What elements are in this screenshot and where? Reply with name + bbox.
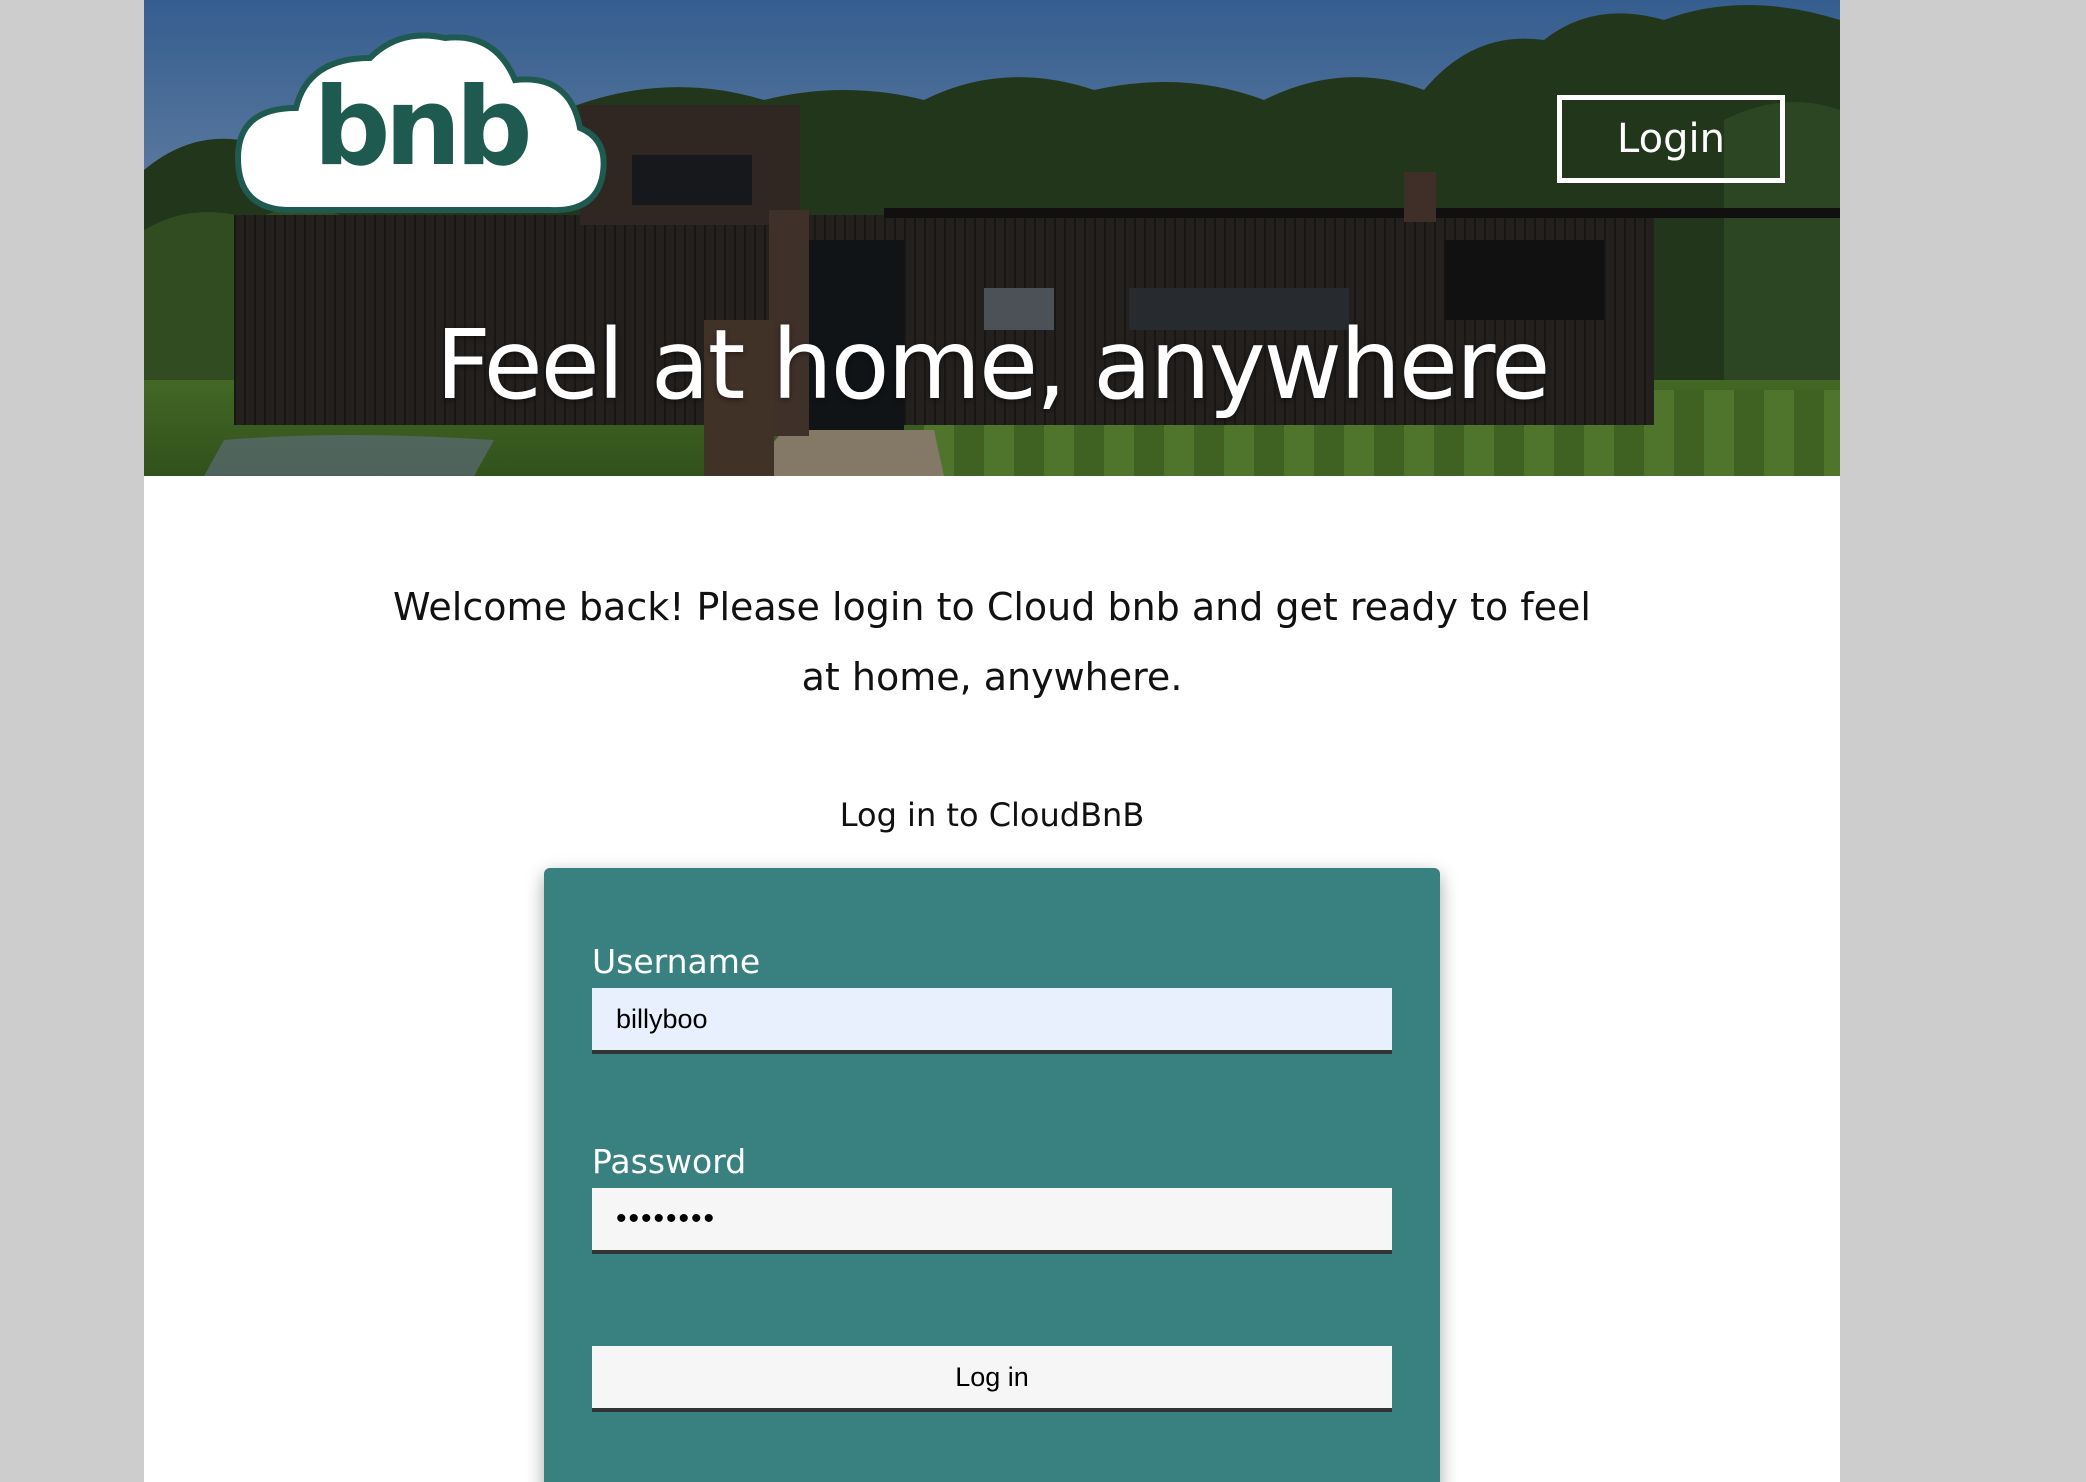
logo-wordmark: bnb: [313, 65, 533, 190]
page: bnb Login Feel at home, anywhere Welcome…: [144, 0, 1840, 1482]
password-label: Password: [592, 1142, 747, 1181]
welcome-message: Welcome back! Please login to Cloud bnb …: [393, 585, 1591, 699]
username-label: Username: [592, 942, 761, 981]
username-input[interactable]: [592, 988, 1392, 1054]
cloud-bnb-logo[interactable]: bnb: [230, 28, 610, 230]
hero-banner: bnb Login Feel at home, anywhere: [144, 0, 1840, 476]
log-in-button[interactable]: Log in: [592, 1346, 1392, 1412]
password-input[interactable]: [592, 1188, 1392, 1254]
login-form: Username Password Log in: [544, 868, 1440, 1482]
hero-title: Feel at home, anywhere: [435, 309, 1551, 421]
login-nav-button[interactable]: Login: [1557, 95, 1785, 183]
login-form-heading: Log in to CloudBnB: [839, 796, 1145, 834]
